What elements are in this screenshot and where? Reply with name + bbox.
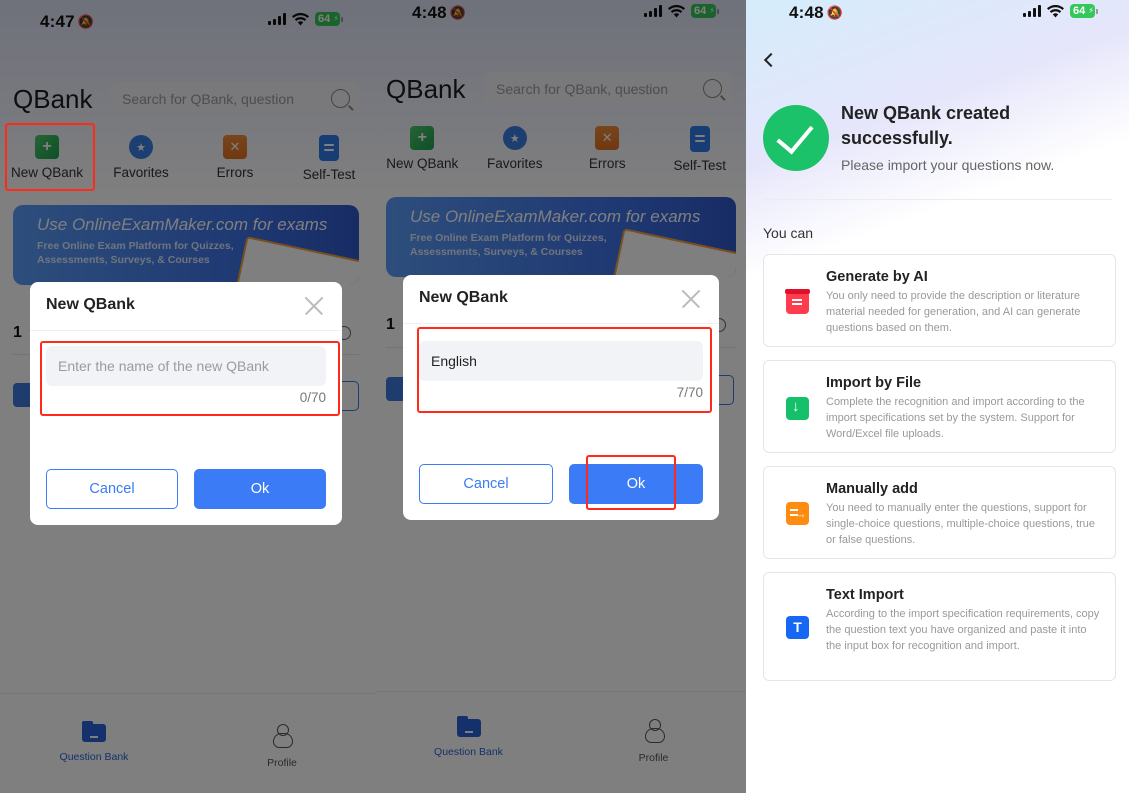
manual-list-icon — [786, 502, 809, 525]
character-counter: 0/70 — [299, 390, 326, 405]
status-time: 4:48🔕 — [789, 3, 843, 23]
option-description: According to the import specification re… — [826, 608, 1100, 652]
screen-new-qbank-empty: 4:47🔕 64 QBank Search for QBank, questio… — [0, 0, 376, 793]
time-text: 4:48 — [789, 3, 824, 22]
close-icon[interactable] — [681, 289, 701, 309]
dialog-title: New QBank — [46, 296, 135, 313]
option-text-import[interactable]: T Text Import According to the import sp… — [763, 572, 1116, 681]
success-check-icon — [763, 105, 829, 171]
option-description: You need to manually enter the questions… — [826, 502, 1096, 546]
battery-level: 64 — [1070, 4, 1095, 18]
file-download-icon — [786, 397, 809, 420]
dialog-title: New QBank — [419, 289, 508, 306]
new-qbank-dialog: New QBank 0/70 Cancel Ok — [30, 282, 342, 525]
option-description: Complete the recognition and import acco… — [826, 396, 1085, 440]
ok-button[interactable]: Ok — [194, 469, 326, 509]
status-bar: 4:48🔕 64 — [746, 0, 1129, 44]
option-title: Manually add — [826, 481, 918, 497]
screen-qbank-created: 4:48🔕 64 New QBank created successfully.… — [746, 0, 1129, 793]
option-manually-add[interactable]: Manually add You need to manually enter … — [763, 466, 1116, 559]
qbank-name-input[interactable] — [419, 341, 703, 381]
option-description: You only need to provide the description… — [826, 290, 1081, 334]
screen-new-qbank-filled: 4:48🔕 64 QBank Search for QBank, questio… — [376, 0, 746, 793]
qbank-name-input[interactable] — [46, 346, 326, 386]
character-counter: 7/70 — [676, 385, 703, 400]
success-title: New QBank created successfully. — [841, 103, 1011, 148]
cancel-button[interactable]: Cancel — [419, 464, 553, 504]
option-generate-by-ai[interactable]: Generate by AI You only need to provide … — [763, 254, 1116, 347]
bell-muted-icon: 🔕 — [826, 5, 844, 20]
divider — [763, 199, 1112, 200]
success-subtitle: Please import your questions now. — [841, 157, 1055, 173]
cancel-button[interactable]: Cancel — [46, 469, 178, 509]
option-title: Import by File — [826, 375, 922, 391]
option-import-by-file[interactable]: Import by File Complete the recognition … — [763, 360, 1116, 453]
divider — [30, 330, 342, 331]
ok-button[interactable]: Ok — [569, 464, 703, 504]
section-label: You can — [763, 225, 814, 241]
option-title: Text Import — [826, 587, 904, 603]
new-qbank-dialog: New QBank 7/70 Cancel Ok — [403, 275, 719, 520]
battery-icon: 64 — [1070, 4, 1098, 18]
signal-icon — [1023, 5, 1041, 17]
option-title: Generate by AI — [826, 269, 928, 285]
wifi-icon — [1047, 4, 1064, 17]
text-t-icon: T — [786, 616, 809, 639]
divider — [403, 323, 719, 324]
status-indicators: 64 — [1023, 4, 1098, 18]
close-icon[interactable] — [304, 296, 324, 316]
ai-box-icon — [785, 289, 810, 314]
